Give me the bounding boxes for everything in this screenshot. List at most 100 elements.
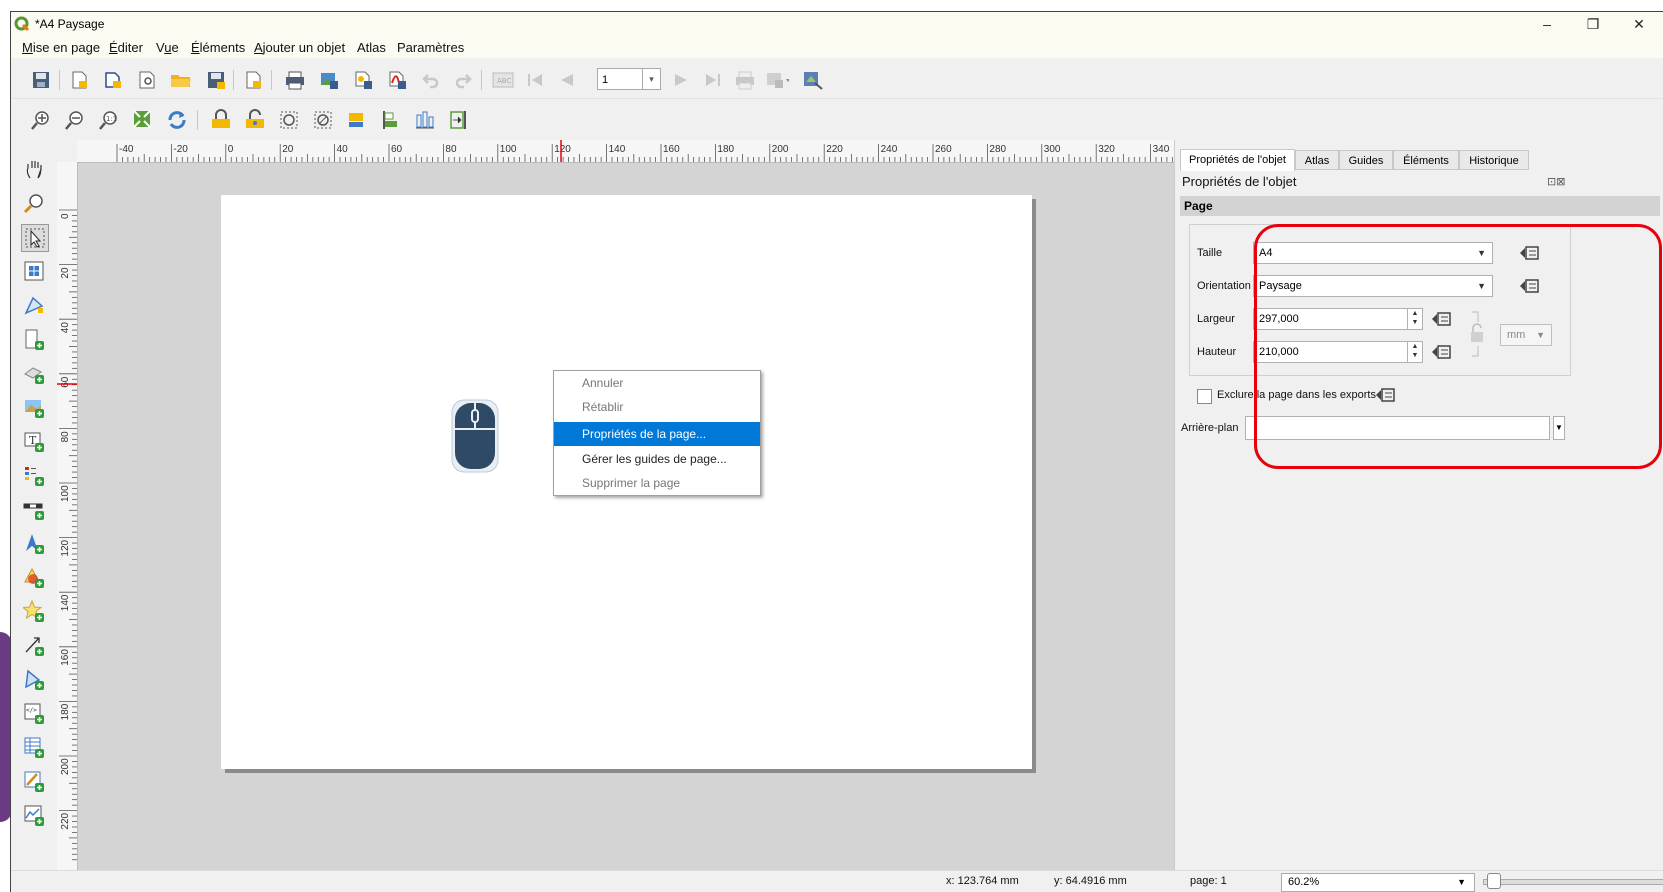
ruler-label: 240 (881, 144, 898, 155)
zoom-slider[interactable] (1483, 879, 1663, 885)
menu-vue[interactable]: Vue (156, 40, 179, 55)
raise-items-icon[interactable] (345, 108, 369, 132)
add-marker-icon[interactable] (21, 598, 47, 624)
ruler-label: 80 (445, 144, 457, 155)
print-atlas-icon[interactable] (733, 68, 757, 92)
edit-nodes-icon[interactable] (21, 292, 47, 318)
export-atlas-icon[interactable] (765, 68, 789, 92)
add-polygon-icon[interactable] (21, 666, 47, 692)
zoom-combo[interactable]: 60.2% ▼ (1281, 873, 1475, 892)
redo-icon[interactable] (451, 68, 475, 92)
export-svg-icon[interactable] (351, 68, 375, 92)
title-bar: *A4 Paysage – ❐ ✕ (11, 12, 1663, 36)
save-icon[interactable] (29, 68, 53, 92)
export-pdf-icon[interactable] (385, 68, 409, 92)
zoom-actual-icon[interactable]: 1:1 (97, 108, 121, 132)
add-shape-icon[interactable] (21, 564, 47, 590)
layout-manager-icon[interactable] (135, 68, 159, 92)
ungroup-items-icon[interactable] (311, 108, 335, 132)
align-left-icon[interactable] (379, 108, 403, 132)
undo-icon[interactable] (419, 68, 443, 92)
width-label: Largeur (1197, 313, 1235, 325)
export-image-icon[interactable] (317, 68, 341, 92)
context-menu-undo[interactable]: Annuler (554, 371, 760, 395)
menu-elements[interactable]: Éléments (191, 40, 245, 55)
add-3d-map-icon[interactable] (21, 360, 47, 386)
atlas-page-dropdown-arrow[interactable]: ▾ (643, 68, 661, 90)
layout-canvas[interactable]: Annuler Rétablir Propriétés de la page..… (78, 163, 1174, 870)
previous-feature-icon[interactable] (555, 68, 579, 92)
pan-icon[interactable] (21, 156, 47, 182)
next-feature-icon[interactable] (669, 68, 693, 92)
add-arrow-icon[interactable] (21, 632, 47, 658)
tab-atlas[interactable]: Atlas (1295, 150, 1339, 170)
lock-items-icon[interactable] (209, 108, 233, 132)
move-content-icon[interactable] (21, 258, 47, 284)
group-items-icon[interactable] (277, 108, 301, 132)
select-move-icon[interactable] (21, 224, 49, 252)
size-label: Taille (1197, 247, 1223, 259)
duplicate-layout-icon[interactable] (101, 68, 125, 92)
ruler-label: -40 (119, 144, 134, 155)
open-folder-icon[interactable] (169, 68, 193, 92)
add-north-arrow-icon[interactable] (21, 530, 47, 556)
menu-ajouter-un-objet[interactable]: Ajouter un objet (254, 40, 345, 55)
add-map-icon[interactable] (21, 394, 47, 420)
zoom-slider-handle[interactable] (1487, 873, 1501, 889)
tab-items[interactable]: Éléments (1393, 150, 1459, 170)
panel-float-close-buttons[interactable]: ⊡⊠ (1547, 175, 1565, 188)
distribute-icon[interactable] (413, 108, 437, 132)
refresh-icon[interactable] (165, 108, 189, 132)
ruler-label: 220 (60, 812, 71, 829)
add-elevation-profile-icon[interactable] (21, 802, 47, 828)
add-scalebar-icon[interactable] (21, 496, 47, 522)
ruler-label: 120 (60, 539, 71, 556)
exclude-page-checkbox[interactable] (1197, 389, 1212, 404)
add-fixed-table-icon[interactable] (21, 768, 47, 794)
ruler-label: 200 (60, 758, 71, 775)
menu-mise-en-page[interactable]: Mise en page (22, 40, 100, 55)
atlas-preview-icon[interactable]: ABC (491, 68, 515, 92)
add-legend-icon[interactable] (21, 462, 47, 488)
menu-editer[interactable]: Éditer (109, 40, 143, 55)
add-attribute-table-icon[interactable] (21, 734, 47, 760)
last-feature-icon[interactable] (701, 68, 725, 92)
context-menu-redo[interactable]: Rétablir (554, 395, 760, 419)
menu-parametres[interactable]: Paramètres (397, 40, 464, 55)
tab-history[interactable]: Historique (1459, 150, 1529, 170)
ruler-label: 160 (663, 144, 680, 155)
tab-guides[interactable]: Guides (1339, 150, 1393, 170)
zoom-in-icon[interactable] (29, 108, 53, 132)
highlight-annotation-oval (1254, 224, 1662, 469)
panel-title: Propriétés de l'objet (1182, 174, 1297, 189)
add-label-icon[interactable]: T (21, 428, 47, 454)
zoom-out-icon[interactable] (63, 108, 87, 132)
first-feature-icon[interactable] (523, 68, 547, 92)
context-menu-remove-page[interactable]: Supprimer la page (554, 471, 760, 495)
zoom-tool-icon[interactable] (21, 190, 47, 216)
atlas-settings-icon[interactable] (801, 68, 825, 92)
close-button[interactable]: ✕ (1616, 12, 1662, 36)
context-menu-manage-guides[interactable]: Gérer les guides de page... (554, 447, 760, 471)
ruler-label: 0 (228, 144, 234, 155)
background-label: Arrière-plan (1181, 422, 1239, 434)
add-pages-tool-icon[interactable] (21, 326, 47, 352)
restore-button[interactable]: ❐ (1570, 12, 1616, 36)
menu-atlas[interactable]: Atlas (357, 40, 386, 55)
add-html-icon[interactable]: </> (21, 700, 47, 726)
print-icon[interactable] (283, 68, 307, 92)
new-layout-icon[interactable] (67, 68, 91, 92)
minimize-button[interactable]: – (1524, 12, 1570, 36)
resize-icon[interactable] (447, 108, 471, 132)
atlas-page-input[interactable]: 1 (597, 68, 643, 90)
ruler-label: 160 (60, 649, 71, 666)
navigation-toolbar: 1:1 (11, 100, 1663, 138)
ruler-label: 280 (989, 144, 1006, 155)
add-pages-icon[interactable] (241, 68, 265, 92)
context-menu-page-properties[interactable]: Propriétés de la page... (554, 422, 760, 446)
toolbar-separator (233, 70, 234, 90)
unlock-items-icon[interactable] (243, 108, 267, 132)
tab-item-properties[interactable]: Propriétés de l'objet (1180, 149, 1295, 171)
save-as-template-icon[interactable] (204, 68, 228, 92)
zoom-full-icon[interactable] (131, 108, 155, 132)
